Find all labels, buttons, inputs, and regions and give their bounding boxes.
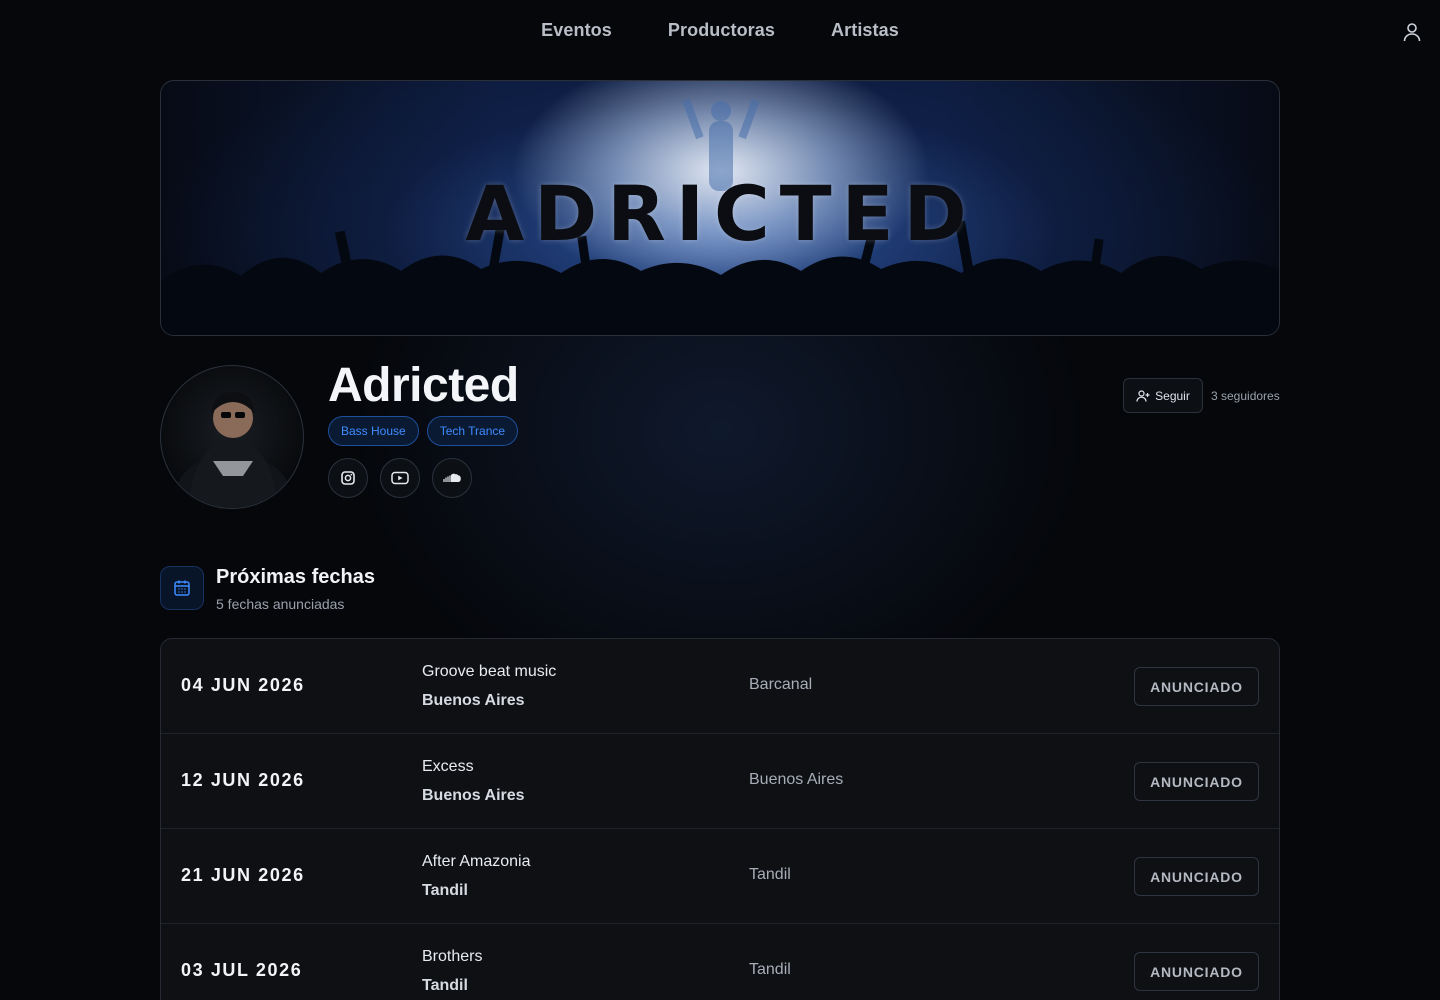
soundcloud-link[interactable] [432, 458, 472, 498]
event-venue: Tandil [749, 866, 791, 883]
event-row[interactable]: 21 JUN 2026 After Amazonia Tandil Tandil… [161, 829, 1279, 924]
event-status-badge[interactable]: ANUNCIADO [1134, 857, 1259, 896]
event-row[interactable]: 12 JUN 2026 Excess Buenos Aires Buenos A… [161, 734, 1279, 829]
event-row[interactable]: 04 JUN 2026 Groove beat music Buenos Air… [161, 639, 1279, 734]
follow-button[interactable]: Seguir [1123, 378, 1203, 413]
banner-logo-text: ADRICTED [465, 169, 977, 258]
social-links [328, 458, 472, 498]
event-venue: Barcanal [749, 676, 813, 693]
soundcloud-icon [443, 473, 461, 482]
event-name: After Amazonia [422, 853, 531, 870]
event-venue: Tandil [749, 961, 791, 978]
event-city: Tandil [422, 977, 468, 994]
section-title: Próximas fechas [216, 566, 375, 588]
avatar-photo [175, 392, 291, 508]
instagram-icon [341, 471, 355, 485]
event-status-badge[interactable]: ANUNCIADO [1134, 762, 1259, 801]
user-plus-icon [1136, 389, 1150, 402]
youtube-icon [391, 471, 409, 485]
event-date: 04 JUN 2026 [181, 675, 305, 695]
event-status-badge[interactable]: ANUNCIADO [1134, 952, 1259, 991]
genre-tags: Bass House Tech Trance [328, 416, 519, 446]
event-date: 03 JUL 2026 [181, 960, 303, 980]
youtube-link[interactable] [380, 458, 420, 498]
nav-link-artistas[interactable]: Artistas [831, 20, 899, 41]
event-city: Buenos Aires [422, 787, 525, 804]
section-subtitle: 5 fechas anunciadas [216, 596, 345, 612]
user-account-icon[interactable] [1400, 20, 1424, 44]
genre-tag-tech-trance[interactable]: Tech Trance [426, 416, 519, 446]
genre-tag-bass-house[interactable]: Bass House [328, 416, 419, 446]
artist-avatar [160, 365, 304, 509]
event-name: Groove beat music [422, 663, 557, 680]
event-name: Excess [422, 758, 474, 775]
event-date: 12 JUN 2026 [181, 770, 305, 790]
followers-count: 3 seguidores [1211, 389, 1280, 403]
event-status-badge[interactable]: ANUNCIADO [1134, 667, 1259, 706]
event-venue: Buenos Aires [749, 771, 844, 788]
event-row[interactable]: 03 JUL 2026 Brothers Tandil Tandil ANUNC… [161, 924, 1279, 1000]
instagram-link[interactable] [328, 458, 368, 498]
event-date: 21 JUN 2026 [181, 865, 305, 885]
event-city: Buenos Aires [422, 692, 525, 709]
events-list: 04 JUN 2026 Groove beat music Buenos Air… [160, 638, 1280, 1000]
follow-button-label: Seguir [1155, 388, 1190, 403]
artist-banner: ADRICTED [160, 80, 1280, 336]
event-name: Brothers [422, 948, 483, 965]
event-city: Tandil [422, 882, 468, 899]
nav-links: Eventos Productoras Artistas [0, 20, 1440, 41]
top-nav: Eventos Productoras Artistas [0, 0, 1440, 64]
nav-link-productoras[interactable]: Productoras [668, 20, 775, 41]
nav-link-eventos[interactable]: Eventos [541, 20, 612, 41]
artist-name: Adricted [328, 359, 519, 412]
calendar-icon-box [160, 566, 204, 610]
calendar-icon [174, 580, 190, 596]
